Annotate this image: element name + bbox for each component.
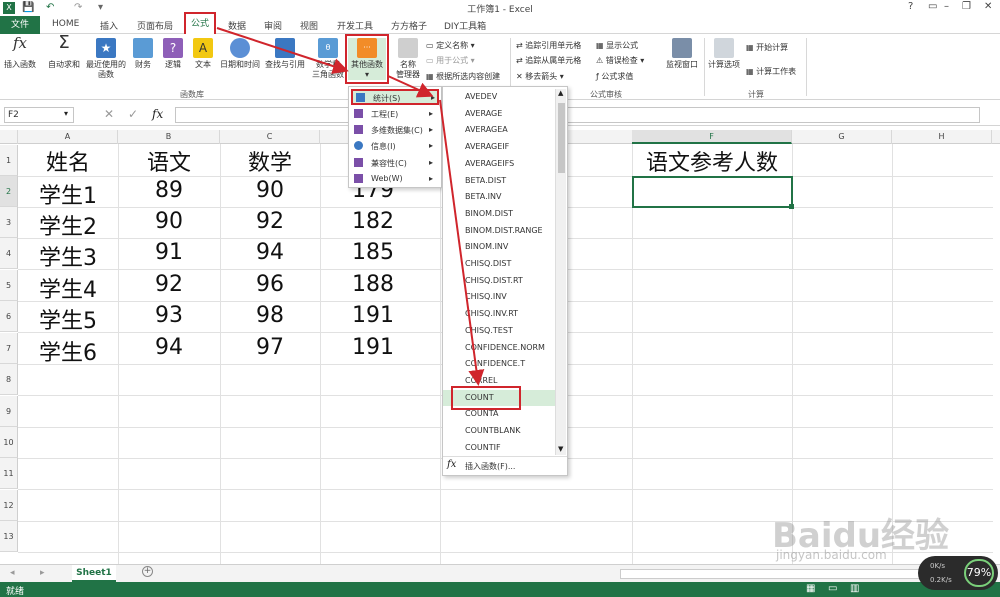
sheet-prev-icon[interactable]: ◂ [10,568,15,578]
page-layout-view-icon[interactable]: ▭ [828,583,837,594]
arrow-tab-to-other [216,27,349,74]
download-speed: 0.2K/s [930,576,952,584]
page-break-view-icon[interactable]: ▥ [850,583,859,594]
sheet-tab-bar: ◂ ▸ Sheet1 + [0,564,1000,582]
upload-speed: 0K/s [930,562,946,570]
arrow-other-to-statistical [387,75,434,98]
sheet-next-icon[interactable]: ▸ [40,568,45,578]
network-speed-widget: 0K/s 0.2K/s 79% [918,556,998,590]
new-sheet-icon[interactable]: + [142,566,153,577]
watermark-url: jingyan.baidu.com [776,548,887,562]
normal-view-icon[interactable]: ▦ [806,583,815,594]
arrow-statistical-to-count [439,99,485,386]
status-ready: 就绪 [6,587,25,597]
sheet-tab-sheet1[interactable]: Sheet1 [72,565,116,582]
cpu-gauge: 79% [964,559,994,587]
status-bar: 就绪 ▦ ▭ ▥ [0,582,1000,597]
